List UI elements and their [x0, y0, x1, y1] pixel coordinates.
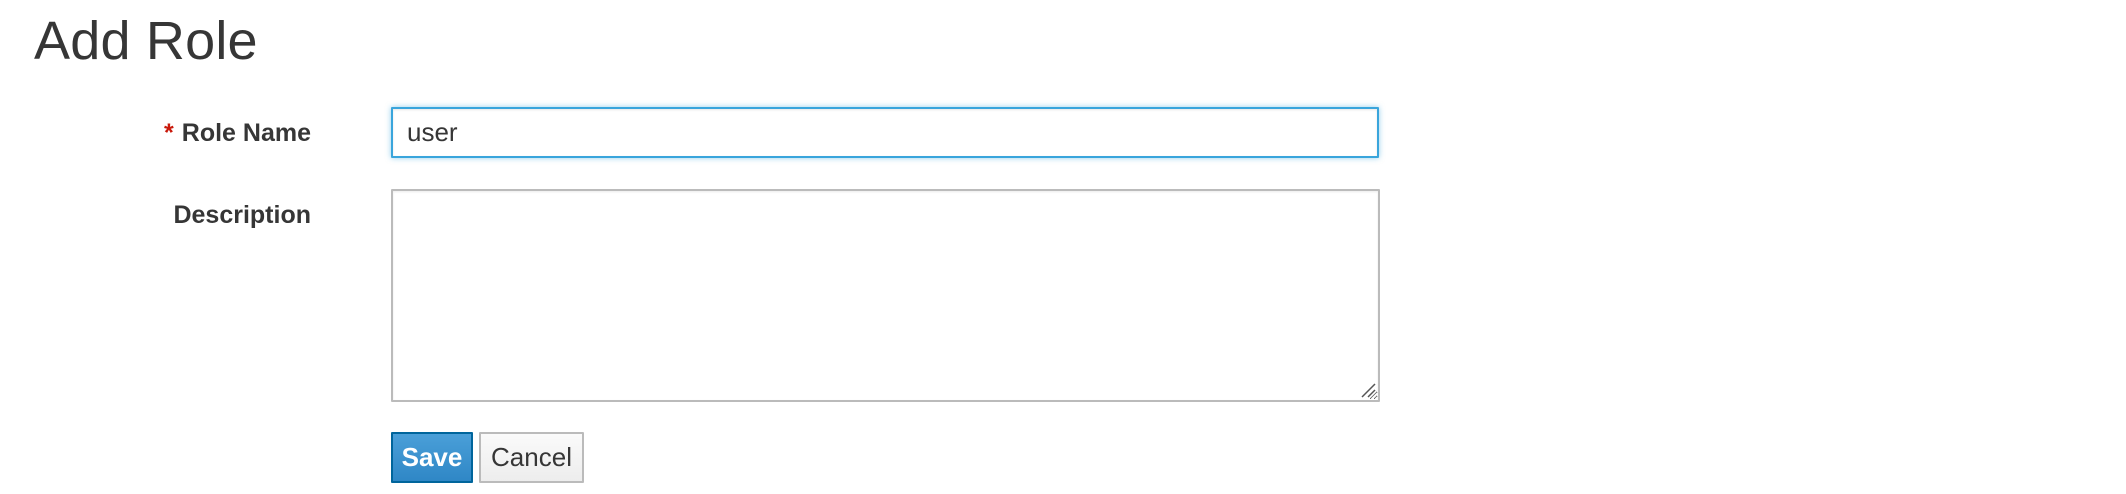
- description-label: Description: [173, 201, 311, 229]
- page-title: Add Role: [34, 11, 258, 71]
- required-marker: *: [164, 119, 174, 147]
- role-name-input[interactable]: [391, 107, 1379, 158]
- role-name-label: * Role Name: [164, 117, 311, 149]
- cancel-button[interactable]: Cancel: [479, 432, 584, 483]
- role-name-label-text: Role Name: [181, 119, 311, 147]
- save-button[interactable]: Save: [391, 432, 473, 483]
- description-textarea[interactable]: [391, 189, 1380, 402]
